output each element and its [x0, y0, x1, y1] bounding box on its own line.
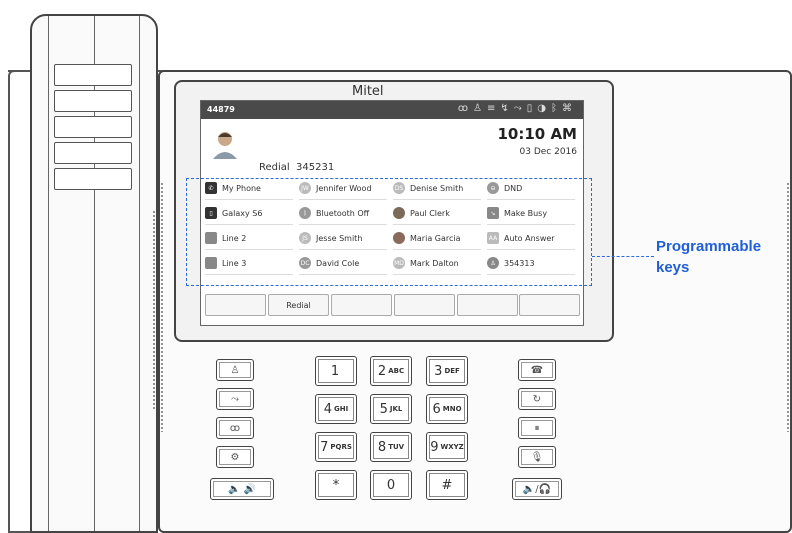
clock-date: 03 Dec 2016	[519, 147, 578, 157]
softkey-row: Redial	[205, 294, 580, 316]
dialpad-key-star[interactable]: *	[315, 470, 357, 500]
settings-button[interactable]: ⚙	[216, 446, 254, 468]
call-history-icon: ⤳	[231, 393, 239, 405]
mute-icon: 🎙	[530, 451, 544, 463]
directory-button[interactable]: ♙	[216, 359, 254, 381]
missed-call-icon: ↯	[500, 103, 514, 114]
mute-button[interactable]: 🎙	[518, 446, 556, 468]
hold-icon: ⏸	[534, 422, 540, 434]
redial-icon: ↻	[532, 393, 542, 405]
dialpad-key-8[interactable]: 8 TUV	[370, 432, 412, 462]
clock-time: 10:10 AM	[497, 125, 577, 143]
bluetooth-icon: ᛒ	[551, 103, 562, 114]
extension-number: 44879	[207, 105, 235, 114]
programmable-keys-highlight	[186, 178, 592, 286]
voicemail-button[interactable]: ꝏ	[216, 417, 254, 439]
annotation-leader-line	[592, 256, 654, 257]
headset-icon: ◑	[537, 103, 551, 114]
handset[interactable]	[30, 14, 158, 533]
call-history-button[interactable]: ⤳	[216, 388, 254, 410]
contact-icon: ♙	[473, 103, 487, 114]
speaker-headset-button[interactable]: 🔈/🎧	[512, 478, 562, 500]
softkey-redial[interactable]: Redial	[268, 294, 329, 316]
dialpad-key-4[interactable]: 4 GHI	[315, 394, 357, 424]
network-icon: ⌘	[562, 103, 577, 114]
volume-icon: 🔈 🔊	[227, 483, 257, 495]
hang-up-icon: ☎	[530, 364, 544, 376]
battery-icon: ▯	[526, 103, 538, 114]
dialpad-key-2[interactable]: 2 ABC	[370, 356, 412, 386]
dialpad-key-hash[interactable]: #	[426, 470, 468, 500]
softkey-1[interactable]	[205, 294, 266, 316]
dialpad-key-6[interactable]: 6 MNO	[426, 394, 468, 424]
softkey-3[interactable]	[331, 294, 392, 316]
speaker-headset-icon: 🔈/🎧	[522, 483, 552, 495]
dialpad-key-9[interactable]: 9 WXYZ	[426, 432, 468, 462]
dialpad-key-0[interactable]: 0	[370, 470, 412, 500]
speaker-grille-left	[160, 182, 164, 432]
voicemail-icon: ꝏ	[229, 422, 241, 434]
directory-icon: ♙	[230, 364, 240, 376]
redial-button[interactable]: ↻	[518, 388, 556, 410]
user-avatar	[213, 132, 237, 159]
hold-button[interactable]: ⏸	[518, 417, 556, 439]
status-icons: ꝏ♙≡↯⤳▯◑ᛒ⌘	[458, 103, 577, 114]
softkey-4[interactable]	[394, 294, 455, 316]
redial-info: Redial 345231	[259, 162, 335, 173]
dialpad-key-7[interactable]: 7 PQRS	[315, 432, 357, 462]
mitel-logo: Mitel	[352, 84, 384, 99]
call-history-icon: ⤳	[513, 103, 527, 114]
dialpad-key-3[interactable]: 3 DEF	[426, 356, 468, 386]
voicemail-icon: ꝏ	[457, 103, 473, 114]
settings-icon: ⚙	[230, 451, 240, 463]
softkey-5[interactable]	[457, 294, 518, 316]
hang-up-button[interactable]: ☎	[518, 359, 556, 381]
dialpad-key-5[interactable]: 5 JKL	[370, 394, 412, 424]
speaker-grille-handset	[152, 210, 156, 410]
message-icon: ≡	[486, 103, 501, 114]
softkey-6[interactable]	[519, 294, 580, 316]
dialpad-key-1[interactable]: 1	[315, 356, 357, 386]
programmable-keys-annotation: Programmable keys	[656, 238, 762, 276]
volume-rocker[interactable]: 🔈 🔊	[210, 478, 274, 500]
status-bar: 44879 ꝏ♙≡↯⤳▯◑ᛒ⌘	[201, 101, 583, 119]
speaker-grille-right	[786, 182, 790, 432]
